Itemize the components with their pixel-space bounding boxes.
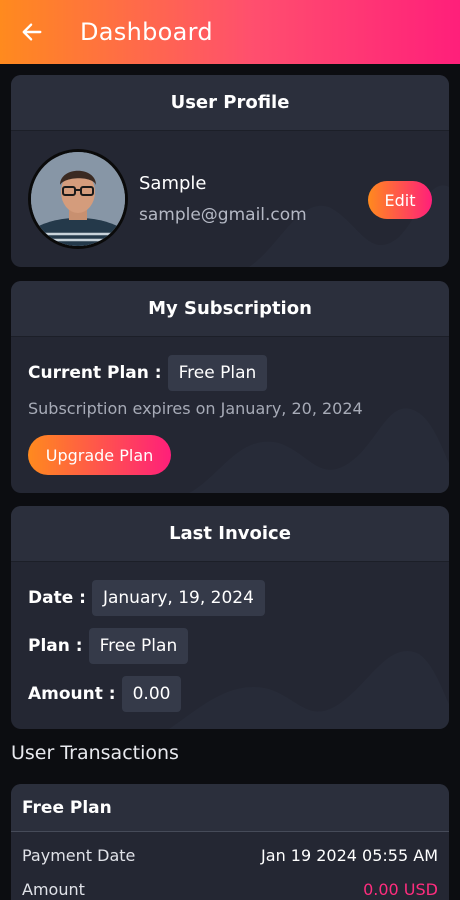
arrow-left-icon <box>22 23 42 41</box>
invoice-plan-label: Plan : <box>28 636 83 656</box>
edit-profile-button[interactable]: Edit <box>368 181 432 219</box>
payment-date-value: Jan 19 2024 05:55 AM <box>261 846 438 865</box>
page-title: Dashboard <box>80 18 213 46</box>
profile-email: sample@gmail.com <box>139 205 307 225</box>
last-invoice-header: Last Invoice <box>11 506 449 562</box>
avatar[interactable] <box>28 149 128 249</box>
app-bar: Dashboard <box>0 0 460 64</box>
invoice-date-row: Date : January, 19, 2024 <box>28 580 265 616</box>
profile-name: Sample <box>139 173 207 194</box>
subscription-expiry-text: Subscription expires on January, 20, 202… <box>28 399 363 418</box>
invoice-date-value: January, 19, 2024 <box>91 580 265 616</box>
invoice-plan-value: Free Plan <box>88 628 189 664</box>
transaction-amount-label: Amount <box>22 880 85 899</box>
user-profile-header: User Profile <box>11 75 449 131</box>
current-plan-label: Current Plan : <box>28 363 162 383</box>
back-button[interactable] <box>0 0 64 64</box>
payment-date-label: Payment Date <box>22 846 136 865</box>
invoice-date-label: Date : <box>28 588 86 608</box>
wave-decoration <box>169 650 449 729</box>
current-plan-value: Free Plan <box>167 355 268 391</box>
transaction-card[interactable]: Free Plan Payment Date Jan 19 2024 05:55… <box>11 784 449 900</box>
transaction-amount-value: 0.00 USD <box>363 880 438 899</box>
avatar-photo <box>31 152 125 246</box>
transaction-payment-date-row: Payment Date Jan 19 2024 05:55 AM <box>22 846 438 865</box>
transaction-plan: Free Plan <box>11 784 449 832</box>
subscription-header: My Subscription <box>11 281 449 337</box>
invoice-amount-row: Amount : 0.00 <box>28 676 182 712</box>
user-profile-card: User Profile Sample sample@gmail.com Edi… <box>11 75 449 267</box>
last-invoice-card: Last Invoice Date : January, 19, 2024 Pl… <box>11 506 449 729</box>
current-plan-row: Current Plan : Free Plan <box>28 355 268 391</box>
invoice-amount-value: 0.00 <box>121 676 182 712</box>
upgrade-plan-button[interactable]: Upgrade Plan <box>28 435 171 475</box>
invoice-plan-row: Plan : Free Plan <box>28 628 189 664</box>
transaction-amount-row: Amount 0.00 USD <box>22 880 438 899</box>
user-transactions-title: User Transactions <box>11 742 179 764</box>
invoice-amount-label: Amount : <box>28 684 116 704</box>
subscription-card: My Subscription Current Plan : Free Plan… <box>11 281 449 493</box>
